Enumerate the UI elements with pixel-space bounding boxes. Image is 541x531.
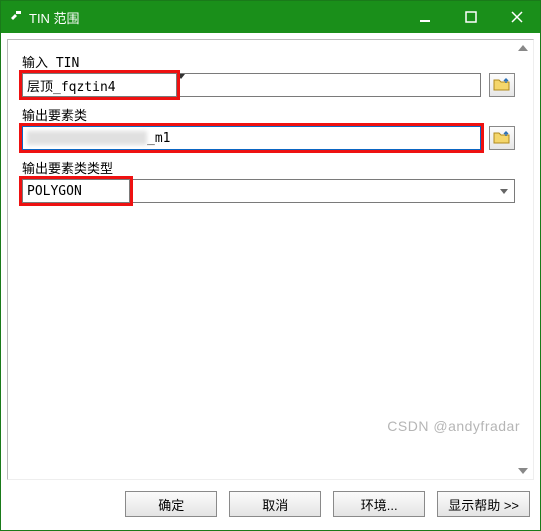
- vertical-scrollbar[interactable]: [514, 43, 532, 476]
- form-panel: 输入 TIN 层顶_fqztin4 输出要素类 _m1: [7, 39, 534, 480]
- ok-button[interactable]: 确定: [125, 491, 217, 517]
- button-bar: 确定 取消 环境... 显示帮助 >>: [1, 486, 540, 530]
- chevron-down-icon[interactable]: [495, 181, 513, 201]
- input-tin-combo[interactable]: 层顶_fqztin4: [22, 73, 481, 97]
- titlebar: TIN 范围: [1, 1, 540, 33]
- window-title: TIN 范围: [29, 8, 402, 27]
- browse-input-tin-button[interactable]: [489, 73, 515, 97]
- environments-button[interactable]: 环境...: [333, 491, 425, 517]
- output-type-value: POLYGON: [27, 184, 82, 199]
- chevron-down-icon[interactable]: [177, 74, 480, 79]
- output-fc-input[interactable]: _m1: [22, 126, 481, 150]
- hammer-icon: [9, 9, 23, 26]
- output-type-label: 输出要素类类型: [22, 158, 515, 177]
- output-fc-label: 输出要素类: [22, 105, 515, 124]
- cancel-button[interactable]: 取消: [229, 491, 321, 517]
- input-tin-value: 层顶_fqztin4: [27, 76, 116, 95]
- scroll-down-icon[interactable]: [518, 468, 528, 474]
- output-fc-value-suffix: _m1: [147, 131, 170, 146]
- input-tin-label: 输入 TIN: [22, 52, 515, 71]
- output-fc-redacted: [27, 131, 147, 145]
- output-type-select[interactable]: POLYGON: [22, 179, 515, 203]
- close-button[interactable]: [494, 1, 540, 33]
- scroll-up-icon[interactable]: [518, 45, 528, 51]
- content-area: 输入 TIN 层顶_fqztin4 输出要素类 _m1: [1, 33, 540, 486]
- browse-output-fc-button[interactable]: [489, 126, 515, 150]
- show-help-button[interactable]: 显示帮助 >>: [437, 491, 530, 517]
- dialog-window: TIN 范围 输入 TIN 层顶_fqztin4: [0, 0, 541, 531]
- maximize-button[interactable]: [448, 1, 494, 33]
- minimize-button[interactable]: [402, 1, 448, 33]
